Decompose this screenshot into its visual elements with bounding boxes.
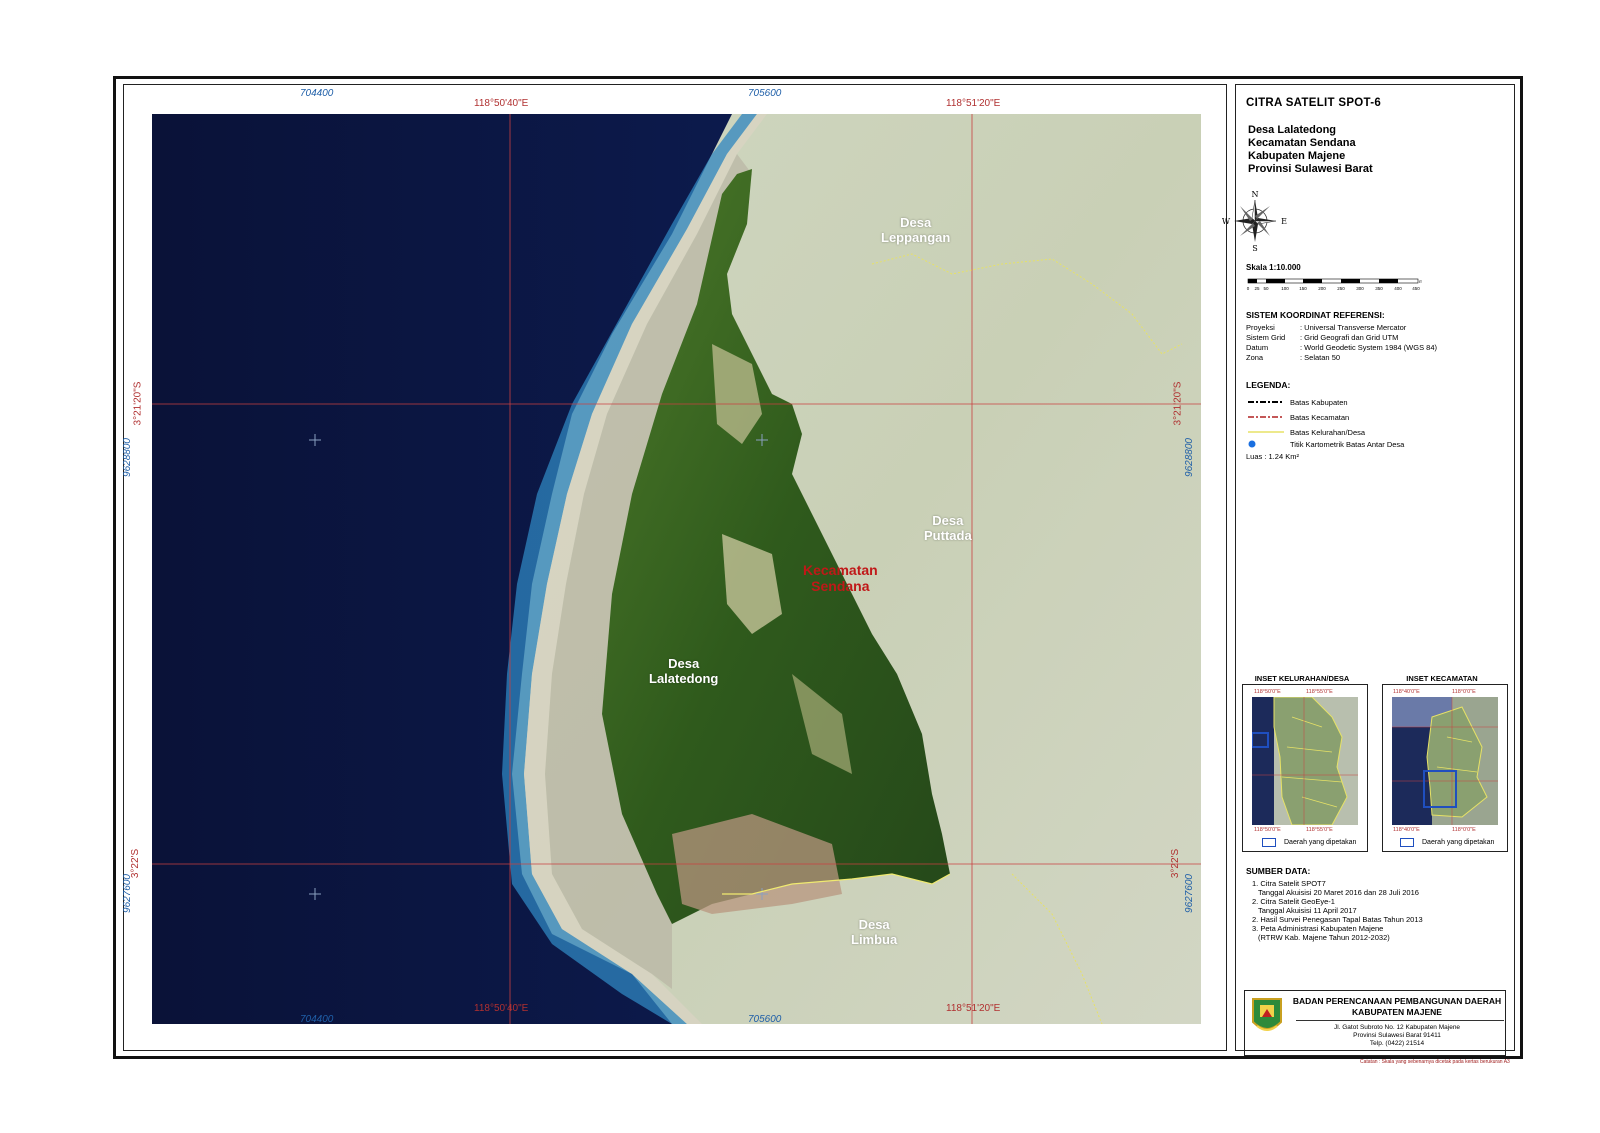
map-title: CITRA SATELIT SPOT-6 xyxy=(1246,97,1382,109)
crs-row: Proyeksi: Universal Transverse Mercator xyxy=(1246,323,1407,332)
svg-text:0: 0 xyxy=(1247,286,1250,291)
svg-text:250: 250 xyxy=(1337,286,1345,291)
legend-title: LEGENDA: xyxy=(1246,380,1291,390)
inset1-tick: 118°50'0"E xyxy=(1254,689,1281,695)
scale-label: Skala 1:10.000 xyxy=(1246,263,1301,272)
latitude-right: 3°21'20"S xyxy=(1172,381,1184,426)
inset2-title: INSET KECAMATAN xyxy=(1406,674,1478,683)
svg-text:350: 350 xyxy=(1375,286,1383,291)
crs-row: Datum: World Geodetic System 1984 (WGS 8… xyxy=(1246,343,1437,352)
sources-list: 1. Citra Satelit SPOT7 Tanggal Akuisisi … xyxy=(1252,879,1423,942)
svg-text:400: 400 xyxy=(1394,286,1402,291)
inset1-caption: Daerah yang dipetakan xyxy=(1262,838,1356,847)
utm-northing-right: 9628800 xyxy=(1183,438,1195,477)
compass-w: W xyxy=(1222,217,1231,226)
agency-name: BADAN PERENCANAAN PEMBANGUNAN DAERAH KAB… xyxy=(1292,996,1502,1017)
crs-row: Zona: Selatan 50 xyxy=(1246,353,1341,362)
satellite-image xyxy=(152,114,1201,1024)
inset1-tick: 118°50'0"E xyxy=(1254,827,1281,833)
svg-text:150: 150 xyxy=(1299,286,1307,291)
compass-e: E xyxy=(1281,217,1287,226)
utm-northing-right: 9627600 xyxy=(1183,874,1195,913)
latitude-left: 3°21'20"S xyxy=(132,381,144,426)
legend-item-batas-desa: Batas Kelurahan/Desa xyxy=(1248,427,1366,437)
label-desa-limbua: Desa Limbua xyxy=(851,917,898,947)
inset1-tick: 118°55'0"E xyxy=(1306,689,1333,695)
label-kecamatan-sendana: Kecamatan Sendana xyxy=(803,562,878,594)
inset1-title: INSET KELURAHAN/DESA xyxy=(1254,674,1350,683)
inset1-map xyxy=(1252,697,1358,825)
label-desa-lalatedong: Desa Lalatedong xyxy=(649,656,719,686)
area-value: Luas : 1.24 Km² xyxy=(1246,452,1299,461)
legend-item-batas-kecamatan: Batas Kecamatan xyxy=(1248,412,1350,422)
satellite-map[interactable] xyxy=(152,114,1201,1024)
print-note: Catatan : Skala yang sebenarnya dicetak … xyxy=(1360,1059,1510,1065)
inset2-tick: 118°0'0"E xyxy=(1452,689,1476,695)
compass-s: S xyxy=(1252,244,1257,253)
svg-text:m: m xyxy=(1419,279,1422,284)
inset1-tick: 118°55'0"E xyxy=(1306,827,1333,833)
inset2-caption: Daerah yang dipetakan xyxy=(1400,838,1494,847)
compass-n: N xyxy=(1252,190,1259,199)
crs-row: Sistem Grid: Grid Geografi dan Grid UTM xyxy=(1246,333,1399,342)
svg-text:100: 100 xyxy=(1281,286,1289,291)
longitude-bottom: 118°51'20"E xyxy=(946,1003,1001,1014)
utm-easting-top: 704400 xyxy=(300,88,334,99)
utm-easting-bottom: 705600 xyxy=(748,1014,782,1025)
location-block: Desa Lalatedong Kecamatan Sendana Kabupa… xyxy=(1248,124,1373,175)
latitude-right: 3°22'S xyxy=(1170,848,1182,879)
svg-text:25: 25 xyxy=(1254,286,1260,291)
longitude-top: 118°51'20"E xyxy=(946,98,1001,109)
longitude-top: 118°50'40"E xyxy=(474,98,529,109)
agency-address: Jl. Gatot Subroto No. 12 Kabupaten Majen… xyxy=(1333,1024,1461,1047)
utm-northing-left: 9628800 xyxy=(121,438,133,477)
scale-bar: 0 25 50 100 150 200 250 300 350 400 450 … xyxy=(1247,278,1422,291)
legend-item-batas-kabupaten: Batas Kabupaten xyxy=(1248,397,1348,407)
crs-title: SISTEM KOORDINAT REFERENSI: xyxy=(1246,310,1385,320)
inset2-tick: 118°0'0"E xyxy=(1452,827,1476,833)
label-desa-leppangan: Desa Leppangan xyxy=(881,215,951,245)
label-desa-puttada: Desa Puttada xyxy=(924,513,972,543)
svg-text:50: 50 xyxy=(1263,286,1269,291)
longitude-bottom: 118°50'40"E xyxy=(474,1003,529,1014)
inset2-tick: 118°40'0"E xyxy=(1393,689,1420,695)
inset2-tick: 118°40'0"E xyxy=(1393,827,1420,833)
utm-easting-top: 705600 xyxy=(748,88,782,99)
sources-title: SUMBER DATA: xyxy=(1246,866,1311,876)
svg-text:450: 450 xyxy=(1412,286,1420,291)
inset2-map xyxy=(1392,697,1498,825)
agency-divider xyxy=(1296,1020,1504,1021)
svg-text:200: 200 xyxy=(1318,286,1326,291)
svg-text:300: 300 xyxy=(1356,286,1364,291)
utm-easting-bottom: 704400 xyxy=(300,1014,334,1025)
compass-rose-icon: N S W E xyxy=(1222,190,1287,253)
majene-regency-logo xyxy=(1252,998,1282,1031)
utm-northing-left: 9627600 xyxy=(121,874,133,913)
legend-item-titik-kartometrik: Titik Kartometrik Batas Antar Desa xyxy=(1246,438,1404,450)
